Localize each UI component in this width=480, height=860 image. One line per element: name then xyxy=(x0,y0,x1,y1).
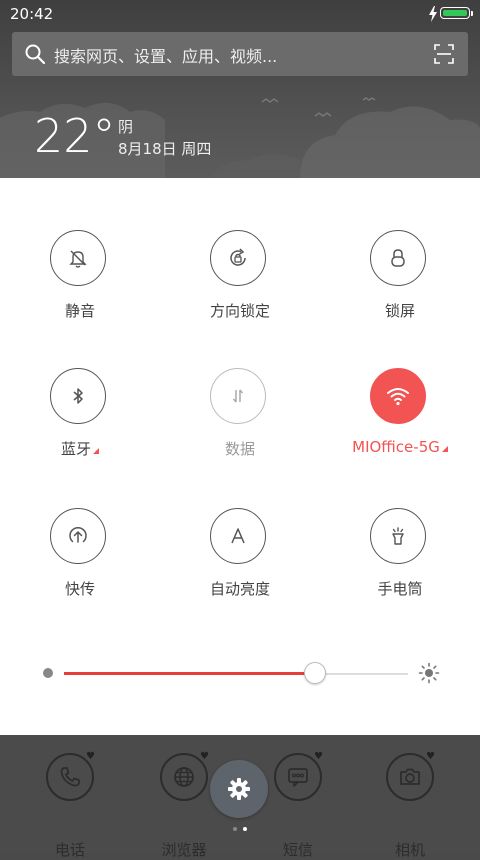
camera-icon xyxy=(400,768,420,785)
quick-transfer-icon xyxy=(69,527,87,543)
scan-icon[interactable] xyxy=(434,44,454,64)
app-phone[interactable]: ♥ 电话 xyxy=(22,751,118,859)
toggle-bluetooth[interactable]: 蓝牙 xyxy=(0,368,160,478)
globe-icon xyxy=(174,767,194,787)
toggle-bluetooth-label-row: 蓝牙 xyxy=(0,438,160,459)
toggle-rotation-lock-circle[interactable] xyxy=(210,230,266,286)
toggle-wifi[interactable]: MIOffice-5G xyxy=(320,368,480,478)
settings-corner-icon[interactable] xyxy=(441,446,448,452)
mobile-data-icon xyxy=(232,389,244,403)
toggle-lock-screen-circle[interactable] xyxy=(370,230,426,286)
auto-brightness-icon xyxy=(231,528,245,544)
battery-icon xyxy=(440,7,473,19)
status-time: 20:42 xyxy=(10,5,54,23)
app-camera[interactable]: ♥ 相机 xyxy=(362,751,458,859)
heart-badge-icon: ♥ xyxy=(86,751,95,762)
battery-level xyxy=(443,10,467,16)
toggle-auto-brightness-label: 自动亮度 xyxy=(209,580,270,598)
bluetooth-icon xyxy=(73,388,83,404)
charging-icon xyxy=(429,6,437,22)
brightness-fill xyxy=(64,672,316,675)
flashlight-icon xyxy=(392,527,404,545)
app-camera-label: 相机 xyxy=(394,841,425,859)
toggle-flashlight[interactable]: 手电筒 xyxy=(320,508,480,618)
settings-corner-icon[interactable] xyxy=(93,448,99,454)
toggle-mobile-data[interactable]: 数据 xyxy=(160,368,320,478)
weather-date: 8月18日 周四 xyxy=(118,140,212,158)
toggle-quick-transfer-label: 快传 xyxy=(64,580,95,598)
toggle-silent-circle[interactable] xyxy=(50,230,106,286)
brightness-low-icon xyxy=(43,668,53,678)
brightness-high-icon xyxy=(418,662,440,684)
settings-button[interactable] xyxy=(210,760,268,818)
bell-off-icon xyxy=(69,250,87,268)
search-placeholder: 搜索网页、设置、应用、视频... xyxy=(54,47,278,66)
search-icon xyxy=(25,44,46,65)
heart-badge-icon: ♥ xyxy=(314,751,323,762)
page-indicator xyxy=(232,827,252,833)
toggle-wifi-label-row: MIOffice-5G xyxy=(320,438,480,456)
status-bar: 20:42 xyxy=(0,0,480,28)
toggle-rotation-lock[interactable]: 方向锁定 xyxy=(160,230,320,340)
toggle-auto-brightness[interactable]: 自动亮度 xyxy=(160,508,320,618)
toggle-wifi-circle[interactable] xyxy=(370,368,426,424)
wifi-icon xyxy=(387,388,409,406)
app-phone-label: 电话 xyxy=(54,841,85,859)
toggle-silent-label: 静音 xyxy=(64,302,95,320)
heart-badge-icon: ♥ xyxy=(200,751,209,762)
page-dot xyxy=(243,827,247,831)
brightness-thumb[interactable] xyxy=(304,662,327,684)
toggle-flashlight-label: 手电筒 xyxy=(377,580,423,598)
quick-settings-panel: 静音 方向锁定 锁屏 蓝牙 数据 MIOffice-5G 快传 自动亮度 手电筒 xyxy=(0,178,480,735)
app-browser-label: 浏览器 xyxy=(161,841,207,859)
search-bar[interactable]: 搜索网页、设置、应用、视频... xyxy=(12,32,468,76)
toggle-bluetooth-circle[interactable] xyxy=(50,368,106,424)
toggle-wifi-label: MIOffice-5G xyxy=(352,438,440,456)
toggle-silent[interactable]: 静音 xyxy=(0,230,160,340)
brightness-slider[interactable] xyxy=(40,658,440,688)
page-dot xyxy=(233,827,237,831)
toggle-bluetooth-label: 蓝牙 xyxy=(60,440,91,458)
message-icon xyxy=(288,768,308,787)
weather-temperature: 22° xyxy=(34,109,116,163)
toggle-lock-screen-label: 锁屏 xyxy=(384,302,415,320)
header: 20:42 搜索网页、设置、应用、视频... 22° 阴 8月18日 周四 xyxy=(0,0,480,178)
toggle-mobile-data-label: 数据 xyxy=(224,440,255,458)
battery-tip xyxy=(471,11,473,16)
toggle-lock-screen[interactable]: 锁屏 xyxy=(320,230,480,340)
weather-condition: 阴 xyxy=(118,118,134,136)
toggle-rotation-lock-label: 方向锁定 xyxy=(209,302,270,320)
app-messages-label: 短信 xyxy=(282,841,313,859)
toggle-flashlight-circle[interactable] xyxy=(370,508,426,564)
toggle-mobile-data-circle[interactable] xyxy=(210,368,266,424)
heart-badge-icon: ♥ xyxy=(426,751,435,762)
phone-icon xyxy=(60,767,80,787)
toggle-quick-transfer-circle[interactable] xyxy=(50,508,106,564)
toggle-quick-transfer[interactable]: 快传 xyxy=(0,508,160,618)
lock-icon xyxy=(391,249,405,267)
gear-icon xyxy=(228,778,250,800)
toggle-auto-brightness-circle[interactable] xyxy=(210,508,266,564)
rotation-lock-icon xyxy=(230,248,246,266)
